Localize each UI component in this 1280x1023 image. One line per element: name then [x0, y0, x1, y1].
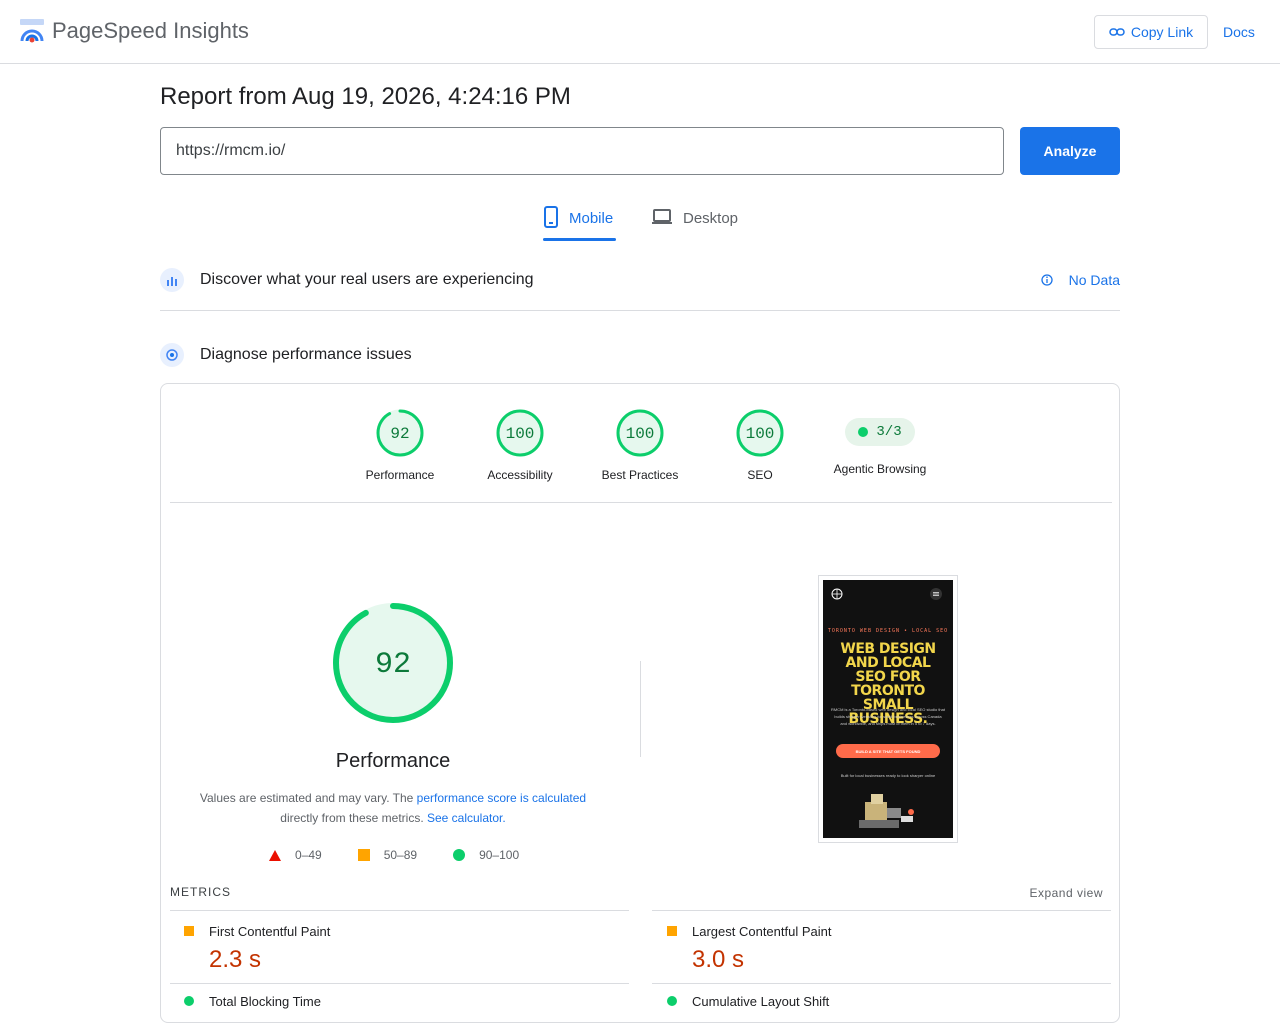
no-data-label: No Data	[1068, 272, 1120, 288]
card-divider	[170, 502, 1112, 503]
tab-mobile[interactable]: Mobile	[543, 205, 616, 241]
circle-icon	[453, 849, 466, 861]
score-ring-icon: 100	[736, 409, 784, 457]
score-ring-icon: 100	[496, 409, 544, 457]
info-icon	[1040, 274, 1053, 286]
url-input[interactable]	[160, 127, 1004, 175]
score-legend: 0–49 50–89 90–100	[269, 848, 519, 862]
report-title: Report from Aug 19, 2026, 4:24:16 PM	[160, 83, 571, 110]
page-screenshot[interactable]: TORONTO WEB DESIGN • LOCAL SEO WEB DESIG…	[818, 575, 958, 843]
preview-eyebrow: TORONTO WEB DESIGN • LOCAL SEO	[827, 628, 949, 634]
tab-desktop-label: Desktop	[683, 210, 739, 227]
note-text-1: Values are estimated and may vary. The	[199, 791, 417, 805]
preview-subtext: Built for local businesses ready to look…	[840, 773, 936, 778]
docs-link[interactable]: Docs	[1223, 24, 1255, 40]
preview-cta-label: BUILD A SITE THAT GETS FOUND	[855, 748, 921, 754]
lab-data-title: Diagnose performance issues	[200, 346, 412, 363]
preview-cta: BUILD A SITE THAT GETS FOUND	[836, 744, 940, 758]
metric-divider	[652, 910, 1111, 911]
analyze-button[interactable]: Analyze	[1020, 127, 1120, 175]
average-square-icon	[667, 926, 677, 936]
metric-value: 2.3 s	[209, 946, 262, 973]
legend-average: 50–89	[357, 848, 418, 862]
metric-name: First Contentful Paint	[209, 924, 331, 939]
vertical-separator	[640, 661, 641, 757]
robot-illustration	[859, 794, 914, 828]
score-label: SEO	[747, 468, 773, 482]
score-gauge-best-practices[interactable]: 100 Best Practices	[580, 408, 700, 482]
score-value: 92	[390, 425, 409, 443]
score-ring-icon: 92	[376, 409, 424, 457]
tab-mobile-label: Mobile	[569, 210, 614, 227]
metric-name: Cumulative Layout Shift	[692, 994, 830, 1009]
copy-link-label: Copy Link	[1130, 24, 1194, 40]
legend-good: 90–100	[453, 848, 519, 862]
no-data-status[interactable]: No Data	[1040, 272, 1120, 288]
phone-preview: TORONTO WEB DESIGN • LOCAL SEO WEB DESIG…	[823, 580, 953, 838]
pass-dot-icon	[858, 427, 869, 437]
score-label: Accessibility	[487, 468, 553, 482]
legend-poor-label: 0–49	[295, 848, 322, 862]
users-chart-icon	[160, 268, 184, 292]
app-title[interactable]: PageSpeed Insights	[52, 18, 249, 44]
metric-value: 3.0 s	[692, 946, 745, 973]
legend-average-label: 50–89	[383, 848, 418, 862]
performance-note: Values are estimated and may vary. The p…	[193, 788, 593, 828]
score-value: 100	[746, 425, 775, 443]
score-value: 100	[506, 425, 535, 443]
metric-name: Total Blocking Time	[209, 994, 321, 1009]
legend-good-label: 90–100	[479, 848, 520, 862]
diagnose-icon	[160, 343, 184, 367]
phone-icon	[544, 206, 558, 228]
score-calculated-link[interactable]: performance score is calculated	[417, 791, 586, 805]
score-ring-icon: 100	[616, 409, 664, 457]
note-text-2: directly from these metrics.	[280, 811, 427, 825]
triangle-icon	[269, 849, 281, 861]
top-bar: PageSpeed Insights Copy Link Docs	[0, 0, 1280, 64]
score-gauge-seo[interactable]: 100 SEO	[700, 408, 820, 482]
tab-desktop[interactable]: Desktop	[651, 205, 738, 241]
score-gauge-agentic[interactable]: 3/3 Agentic Browsing	[820, 408, 940, 476]
field-data-section: Discover what your real users are experi…	[160, 268, 1120, 292]
field-data-title: Discover what your real users are experi…	[200, 271, 534, 288]
score-label: Best Practices	[601, 468, 679, 482]
score-gauge-accessibility[interactable]: 100 Accessibility	[460, 408, 580, 482]
site-logo-icon	[831, 588, 843, 600]
score-label: Agentic Browsing	[833, 462, 927, 476]
copy-link-button[interactable]: Copy Link	[1094, 15, 1208, 49]
expand-view-toggle[interactable]: Expand view	[1029, 886, 1103, 900]
score-value: 100	[626, 425, 655, 443]
report-card: 92 Performance 100 Accessibility 100 Best Pra…	[160, 383, 1120, 1023]
laptop-icon	[652, 209, 672, 224]
metric-divider	[652, 983, 1111, 984]
performance-big-score: 92	[375, 648, 411, 682]
menu-icon	[930, 588, 942, 600]
score-label: Performance	[365, 468, 435, 482]
agentic-score-value: 3/3	[876, 424, 902, 440]
performance-title: Performance	[335, 750, 451, 772]
metric-divider	[170, 983, 629, 984]
preview-body: RMCM is a Toronto-based web design and l…	[831, 707, 945, 726]
see-calculator-link[interactable]: See calculator.	[427, 811, 506, 825]
metric-divider	[170, 910, 629, 911]
pagespeed-logo-icon[interactable]	[18, 17, 46, 45]
score-gauge-performance[interactable]: 92 Performance	[340, 408, 460, 482]
section-divider	[160, 310, 1120, 311]
square-icon	[357, 849, 370, 861]
agentic-score-pill: 3/3	[845, 418, 915, 446]
legend-poor: 0–49	[269, 848, 322, 862]
lab-data-section: Diagnose performance issues	[160, 343, 1120, 367]
performance-big-gauge: 92	[333, 603, 453, 723]
metric-name: Largest Contentful Paint	[692, 924, 832, 939]
average-square-icon	[184, 926, 194, 936]
metrics-header: METRICS	[170, 885, 231, 899]
link-icon	[1109, 28, 1125, 36]
